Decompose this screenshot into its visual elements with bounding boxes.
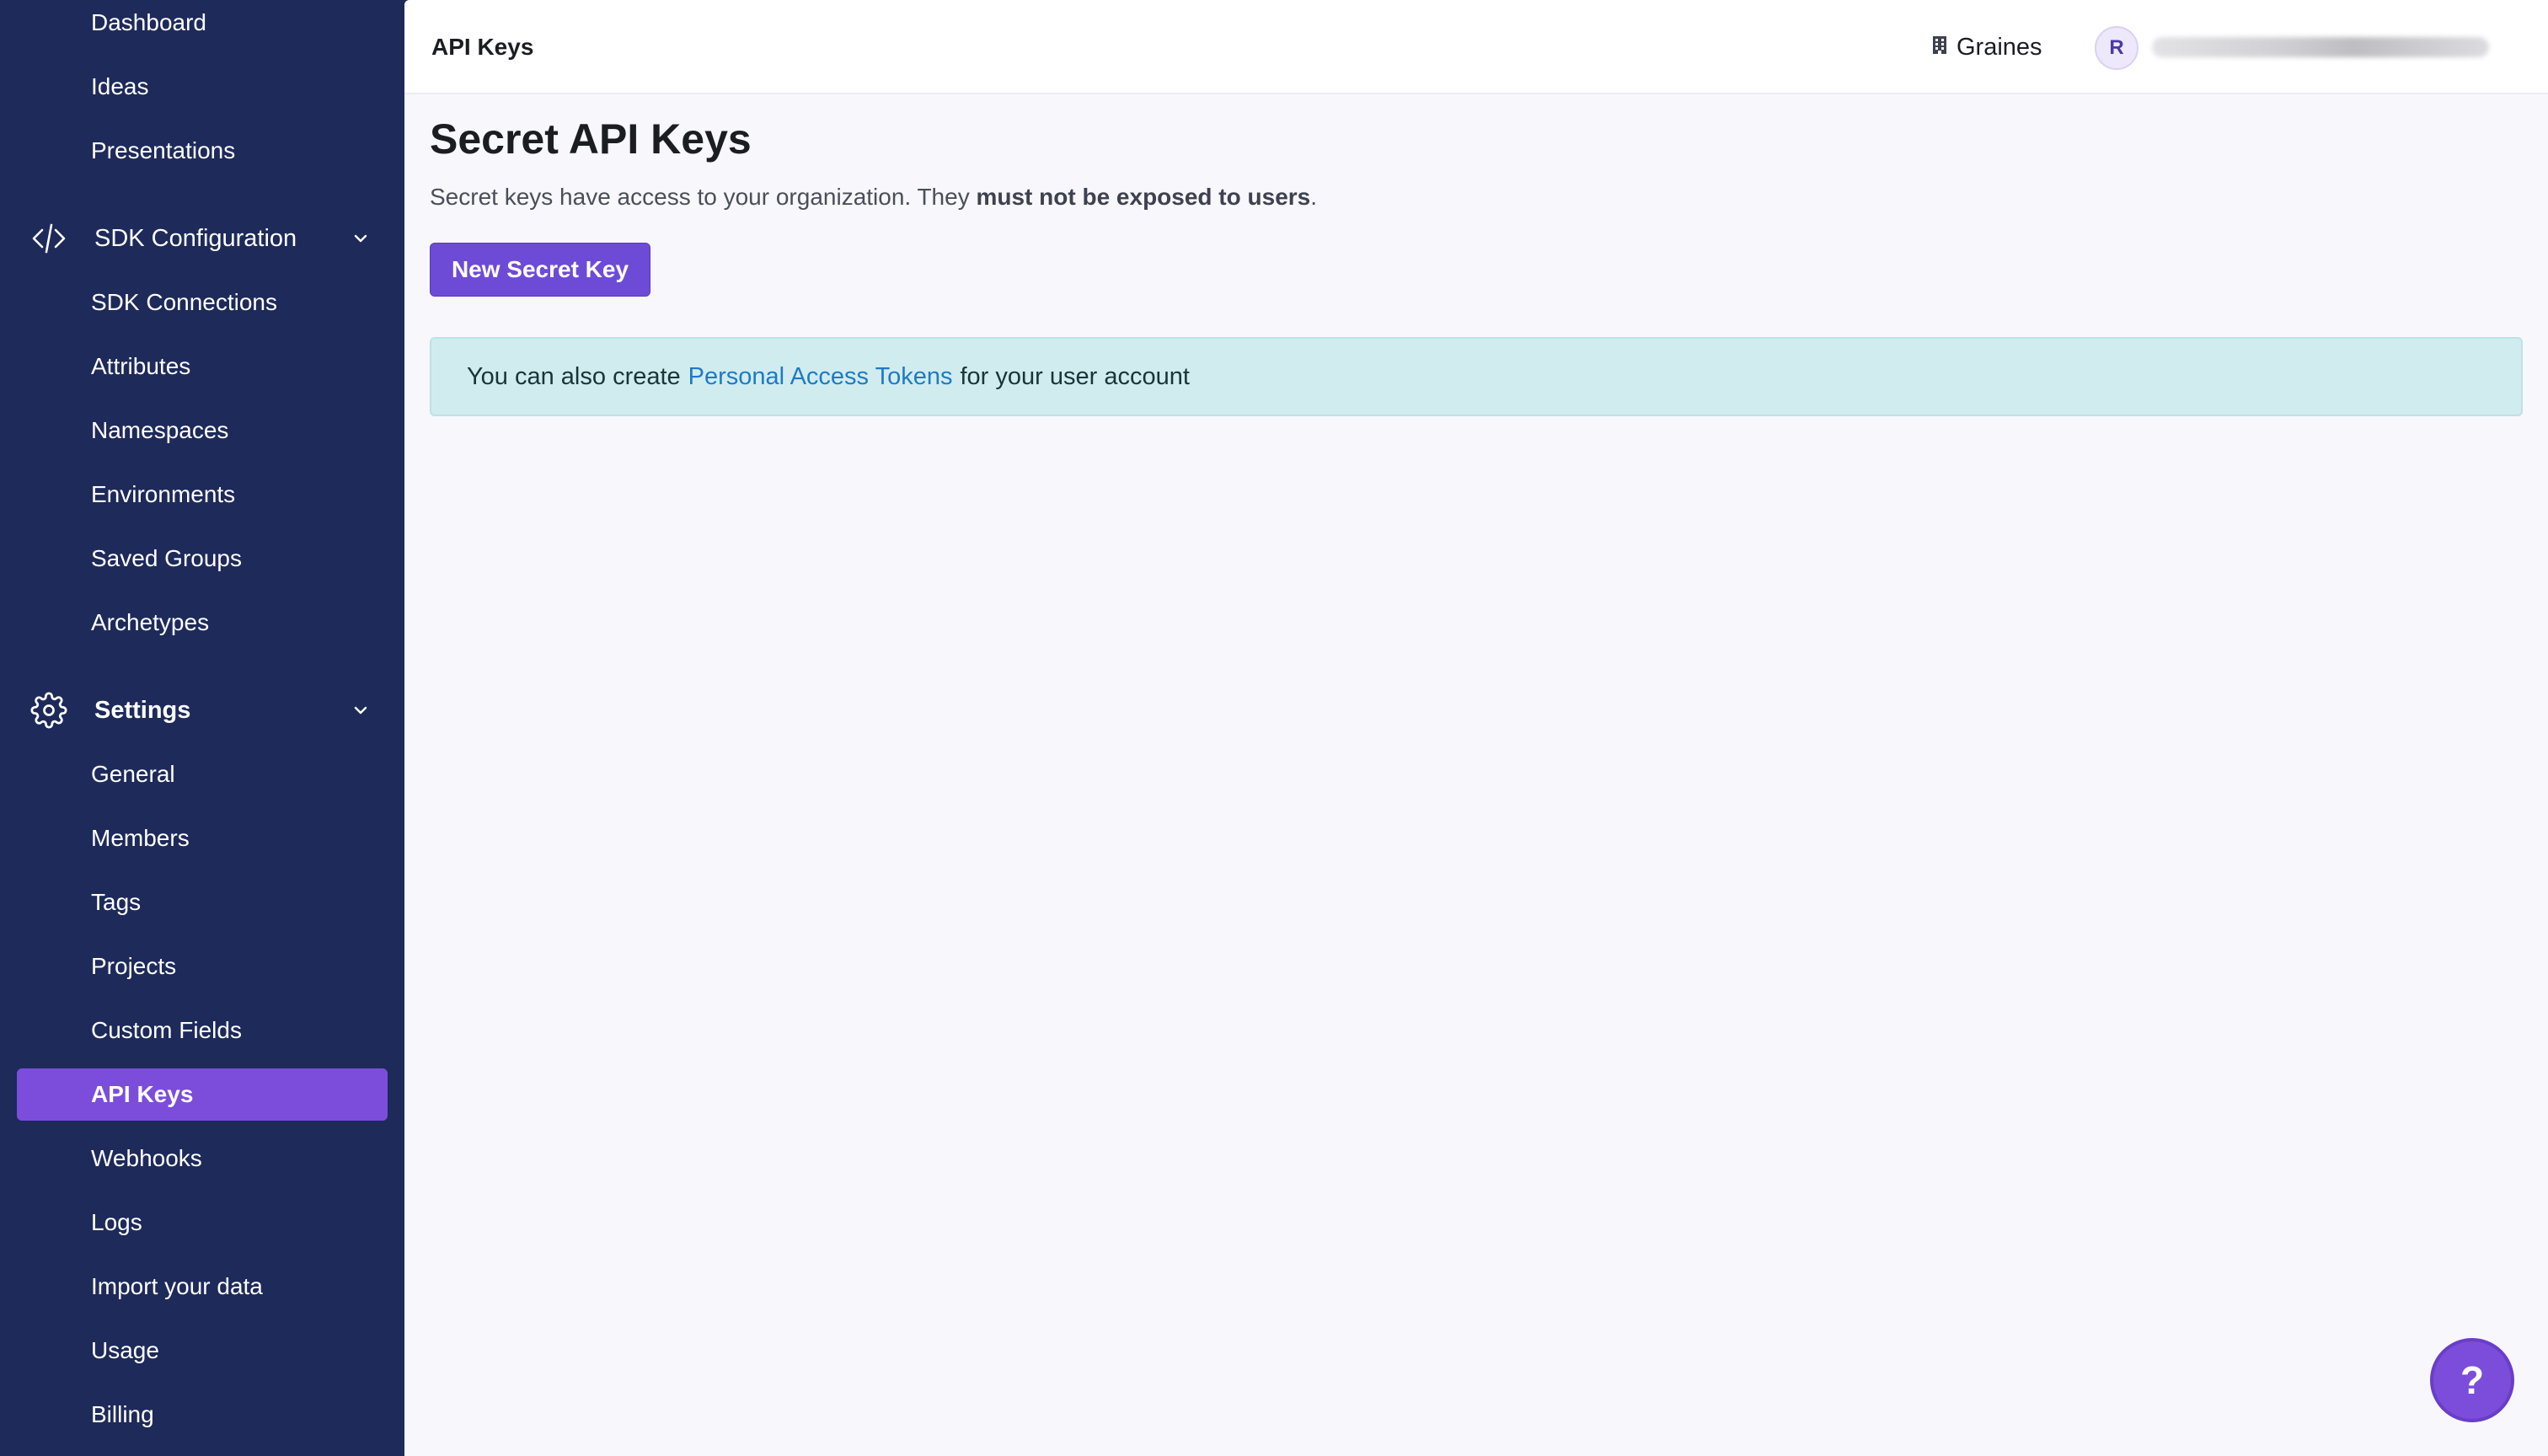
sidebar-item-api-keys[interactable]: API Keys [17,1068,388,1121]
top-bar: API Keys Graines R [404,0,2548,94]
chevron-down-icon[interactable] [349,227,372,250]
sidebar-item-label: Presentations [91,137,236,163]
sidebar-item-projects[interactable]: Projects [17,940,388,993]
sidebar-item-namespaces[interactable]: Namespaces [17,404,388,457]
building-icon [1931,34,1948,62]
sidebar-item-billing[interactable]: Billing [17,1389,388,1441]
sidebar-item-label: Members [91,825,190,851]
sidebar-item-label: Custom Fields [91,1017,242,1043]
sidebar-section-settings[interactable]: Settings [17,684,388,736]
sidebar-item-label: Namespaces [91,417,229,443]
sidebar-item-environments[interactable]: Environments [17,468,388,521]
user-email-redacted [2152,37,2489,57]
sidebar-item-label: Dashboard [91,9,206,35]
sidebar-item-label: Environments [91,481,236,507]
sidebar-item-archetypes[interactable]: Archetypes [17,597,388,649]
gear-icon [30,692,67,729]
page-title: Secret API Keys [430,115,752,163]
sidebar-item-saved-groups[interactable]: Saved Groups [17,533,388,585]
main-content: API Keys Graines R Secret API Keys Secre… [404,0,2548,1456]
chevron-down-icon[interactable] [349,699,372,722]
sidebar-item-webhooks[interactable]: Webhooks [17,1132,388,1185]
sidebar-item-label: Logs [91,1209,142,1235]
sidebar-item-general[interactable]: General [17,748,388,800]
sidebar-item-label: Archetypes [91,609,210,635]
sidebar-item-members[interactable]: Members [17,812,388,864]
callout-suffix: for your user account [960,362,1190,390]
sidebar-item-label: Attributes [91,353,191,379]
sidebar-item-usage[interactable]: Usage [17,1325,388,1377]
breadcrumb: API Keys [431,34,534,60]
sidebar-item-label: Webhooks [91,1145,202,1171]
sidebar-item-attributes[interactable]: Attributes [17,340,388,393]
new-secret-key-button[interactable]: New Secret Key [430,243,650,297]
org-selector[interactable]: Graines [1931,0,2042,94]
sidebar-item-import-your-data[interactable]: Import your data [17,1261,388,1313]
code-icon [30,220,67,257]
sidebar-item-tags[interactable]: Tags [17,876,388,929]
sidebar-item-presentations[interactable]: Presentations [17,125,388,177]
sidebar-section-label: Settings [94,696,191,724]
sidebar-item-logs[interactable]: Logs [17,1196,388,1249]
sidebar-item-label: Tags [91,889,142,915]
description-suffix: . [1310,184,1318,210]
sidebar-item-ideas[interactable]: Ideas [17,61,388,113]
personal-access-tokens-link[interactable]: Personal Access Tokens [688,363,953,391]
sidebar-item-label: Billing [91,1401,154,1427]
page-description: Secret keys have access to your organiza… [430,184,1317,211]
description-text: Secret keys have access to your organiza… [430,184,977,210]
sidebar-section-sdk-configuration[interactable]: SDK Configuration [17,212,388,265]
info-callout: You can also create Personal Access Toke… [430,337,2523,416]
callout-prefix: You can also create [467,362,681,390]
sidebar-item-dashboard[interactable]: Dashboard [17,0,388,49]
description-emphasis: must not be exposed to users [976,184,1311,210]
sidebar-item-label: Ideas [91,73,149,99]
sidebar-item-label: Usage [91,1337,159,1363]
sidebar-item-label: General [91,761,175,787]
avatar[interactable]: R [2095,26,2138,70]
sidebar-item-label: API Keys [91,1081,194,1107]
help-button[interactable]: ? [2430,1338,2514,1422]
org-name: Graines [1956,33,2042,61]
sidebar: Dashboard Ideas Presentations SDK Config… [0,0,404,1456]
sidebar-section-label: SDK Configuration [94,224,297,252]
sidebar-item-label: Saved Groups [91,545,242,571]
sidebar-item-label: Projects [91,953,177,979]
sidebar-item-sdk-connections[interactable]: SDK Connections [17,276,388,329]
sidebar-item-custom-fields[interactable]: Custom Fields [17,1004,388,1057]
sidebar-item-label: SDK Connections [91,289,278,315]
sidebar-item-label: Import your data [91,1273,263,1299]
